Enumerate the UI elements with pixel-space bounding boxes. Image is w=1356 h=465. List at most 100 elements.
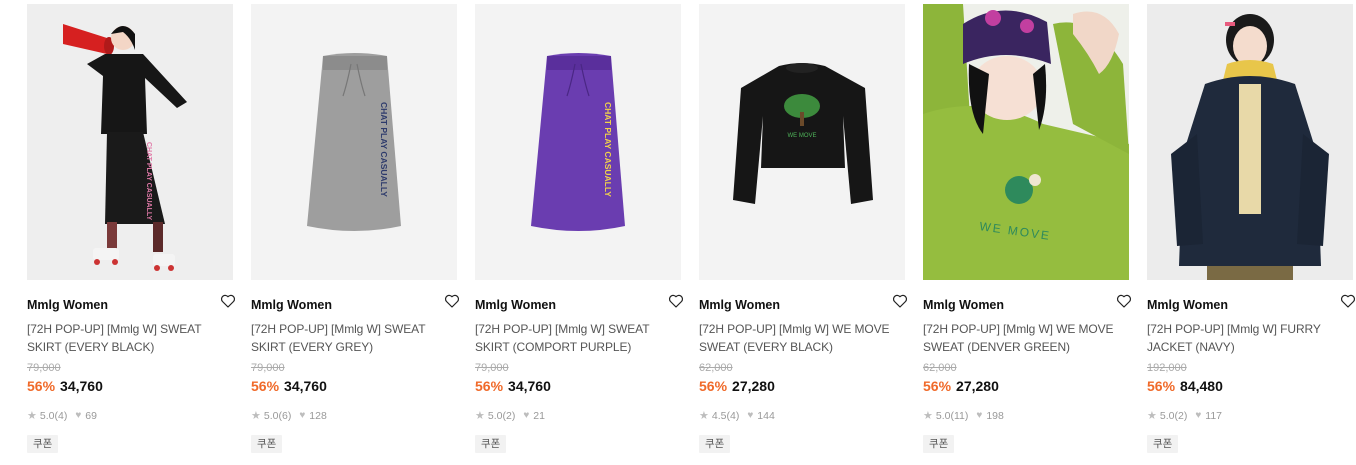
product-name[interactable]: [72H POP-UP] [Mmlg W] SWEAT SKIRT (EVERY…: [27, 320, 233, 356]
product-card[interactable]: CHAT PLAY CASUALLY Mmlg Women [72H POP-U…: [251, 4, 460, 453]
sale-price: 34,760: [284, 378, 327, 394]
product-image[interactable]: WE MOVE: [699, 4, 905, 280]
review-count: (2): [1174, 410, 1188, 422]
original-price: 62,000: [923, 362, 957, 374]
original-price: 79,000: [475, 362, 509, 374]
product-card[interactable]: CHAT PLAY CASUALLY Mmlg Women [72H POP-U…: [475, 4, 684, 453]
price-row: 56% 34,760: [475, 377, 681, 395]
product-name[interactable]: [72H POP-UP] [Mmlg W] WE MOVE SWEAT (EVE…: [699, 320, 905, 356]
review-count: (4): [54, 410, 68, 422]
review-count: (2): [502, 410, 516, 422]
price-row: 56% 27,280: [699, 377, 905, 395]
star-icon: ★: [923, 410, 933, 422]
discount-rate: 56%: [27, 378, 56, 394]
product-name[interactable]: [72H POP-UP] [Mmlg W] WE MOVE SWEAT (DEN…: [923, 320, 1129, 356]
review-count: (11): [950, 410, 969, 422]
discount-rate: 56%: [251, 378, 280, 394]
product-card[interactable]: WE MOVE Mmlg Women [72H POP-UP] [Mmlg W]…: [923, 4, 1132, 453]
rating-value: 5.0: [263, 410, 279, 422]
review-count: (4): [726, 410, 740, 422]
wishlist-heart-icon[interactable]: [1339, 292, 1356, 310]
review-meta: ★ 5.0 (4) ♥ 69: [27, 409, 233, 423]
product-card[interactable]: CHAT PLAY CASUALLY Mmlg Women [72H POP-U…: [27, 4, 236, 453]
wishlist-heart-icon[interactable]: [219, 292, 237, 310]
product-image[interactable]: CHAT PLAY CASUALLY: [475, 4, 681, 280]
product-image[interactable]: WE MOVE: [923, 4, 1129, 280]
review-meta: ★ 5.0 (2) ♥ 21: [475, 409, 681, 423]
wishlist-heart-icon[interactable]: [667, 292, 685, 310]
rating-value: 5.0: [39, 410, 55, 422]
coupon-badge[interactable]: 쿠폰: [475, 435, 507, 453]
rating-value: 4.5: [711, 410, 727, 422]
like-count: 128: [309, 410, 327, 422]
sale-price: 84,480: [1180, 378, 1223, 394]
discount-rate: 56%: [475, 378, 504, 394]
brand-name[interactable]: Mmlg Women: [251, 298, 332, 312]
star-icon: ★: [699, 410, 709, 422]
brand-name[interactable]: Mmlg Women: [475, 298, 556, 312]
brand-name[interactable]: Mmlg Women: [1147, 298, 1228, 312]
coupon-badge[interactable]: 쿠폰: [1147, 435, 1179, 453]
star-icon: ★: [251, 410, 261, 422]
coupon-badge[interactable]: 쿠폰: [27, 435, 59, 453]
original-price: 79,000: [251, 362, 285, 374]
star-icon: ★: [1147, 410, 1157, 422]
coupon-badge[interactable]: 쿠폰: [251, 435, 283, 453]
sale-price: 27,280: [732, 378, 775, 394]
product-grid: CHAT PLAY CASUALLY Mmlg Women [72H POP-U…: [0, 0, 1356, 465]
coupon-badge[interactable]: 쿠폰: [923, 435, 955, 453]
price-row: 56% 27,280: [923, 377, 1129, 395]
review-meta: ★ 4.5 (4) ♥ 144: [699, 409, 905, 423]
product-card[interactable]: Mmlg Women [72H POP-UP] [Mmlg W] FURRY J…: [1147, 4, 1356, 453]
product-name[interactable]: [72H POP-UP] [Mmlg W] FURRY JACKET (NAVY…: [1147, 320, 1353, 356]
like-count: 69: [85, 410, 97, 422]
skirt-print-text: CHAT PLAY CASUALLY: [145, 142, 152, 221]
original-price: 79,000: [27, 362, 61, 374]
rating-value: 5.0: [935, 410, 951, 422]
wishlist-heart-icon[interactable]: [443, 292, 461, 310]
coupon-badge[interactable]: 쿠폰: [699, 435, 731, 453]
price-row: 56% 84,480: [1147, 377, 1353, 395]
star-icon: ★: [475, 410, 485, 422]
heart-filled-icon: ♥: [299, 410, 306, 421]
review-meta: ★ 5.0 (11) ♥ 198: [923, 409, 1129, 423]
heart-filled-icon: ♥: [747, 410, 754, 421]
original-price: 62,000: [699, 362, 733, 374]
rating-value: 5.0: [1159, 410, 1175, 422]
review-count: (6): [278, 410, 292, 422]
brand-name[interactable]: Mmlg Women: [27, 298, 108, 312]
product-image[interactable]: [1147, 4, 1353, 280]
rating-value: 5.0: [487, 410, 503, 422]
like-count: 117: [1205, 410, 1223, 422]
product-card[interactable]: WE MOVE Mmlg Women [72H POP-UP] [Mmlg W]…: [699, 4, 908, 453]
heart-filled-icon: ♥: [75, 410, 82, 421]
sweat-print-text: WE MOVE: [787, 133, 816, 139]
sale-price: 34,760: [60, 378, 103, 394]
skirt-print-text: CHAT PLAY CASUALLY: [379, 102, 389, 197]
brand-name[interactable]: Mmlg Women: [699, 298, 780, 312]
wishlist-heart-icon[interactable]: [1115, 292, 1133, 310]
product-name[interactable]: [72H POP-UP] [Mmlg W] SWEAT SKIRT (COMPO…: [475, 320, 681, 356]
brand-name[interactable]: Mmlg Women: [923, 298, 1004, 312]
discount-rate: 56%: [923, 378, 952, 394]
sale-price: 34,760: [508, 378, 551, 394]
heart-filled-icon: ♥: [523, 410, 530, 421]
product-name[interactable]: [72H POP-UP] [Mmlg W] SWEAT SKIRT (EVERY…: [251, 320, 457, 356]
sale-price: 27,280: [956, 378, 999, 394]
discount-rate: 56%: [1147, 378, 1176, 394]
heart-filled-icon: ♥: [1195, 410, 1202, 421]
product-image[interactable]: CHAT PLAY CASUALLY: [251, 4, 457, 280]
heart-filled-icon: ♥: [976, 410, 983, 421]
like-count: 198: [986, 410, 1004, 422]
product-image[interactable]: CHAT PLAY CASUALLY: [27, 4, 233, 280]
star-icon: ★: [27, 410, 37, 422]
like-count: 21: [533, 410, 545, 422]
price-row: 56% 34,760: [251, 377, 457, 395]
like-count: 144: [757, 410, 775, 422]
review-meta: ★ 5.0 (2) ♥ 117: [1147, 409, 1353, 423]
skirt-print-text: CHAT PLAY CASUALLY: [603, 102, 613, 197]
review-meta: ★ 5.0 (6) ♥ 128: [251, 409, 457, 423]
price-row: 56% 34,760: [27, 377, 233, 395]
original-price: 192,000: [1147, 362, 1187, 374]
wishlist-heart-icon[interactable]: [891, 292, 909, 310]
